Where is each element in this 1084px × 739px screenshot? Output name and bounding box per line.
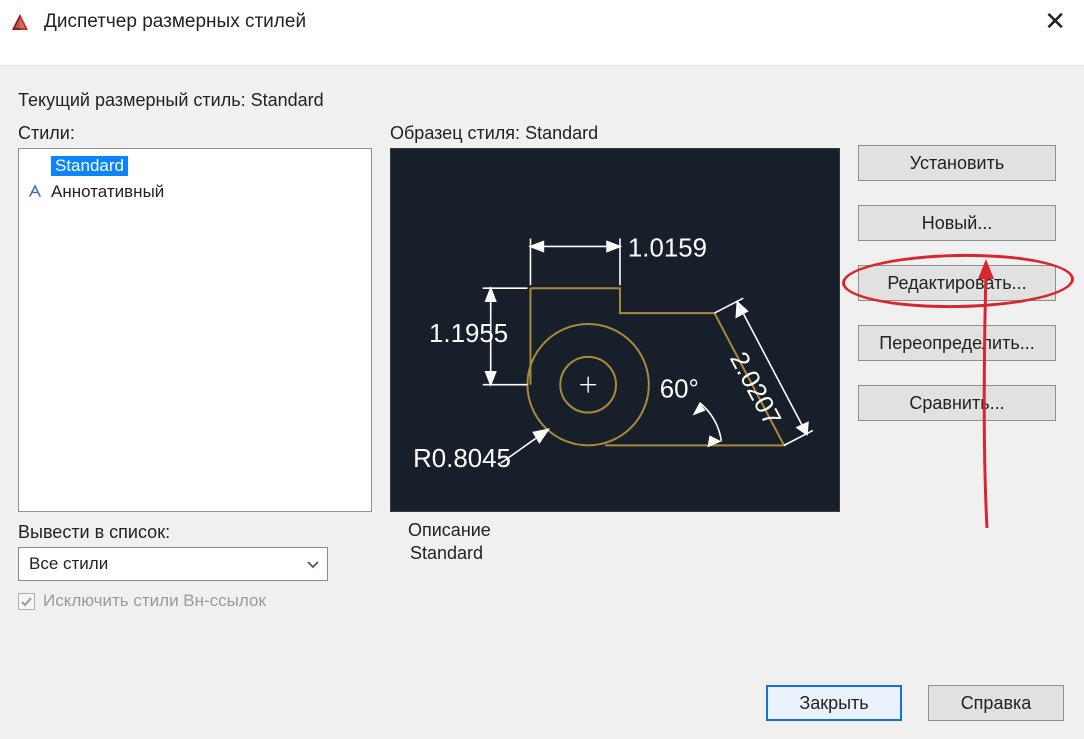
filter-value: Все стили [29,554,108,574]
dim-left: 1.1955 [429,320,508,348]
dim-radius: R0.8045 [413,445,511,473]
list-item-text: Аннотативный [51,182,164,202]
dim-diag: 2.0207 [724,348,786,431]
set-current-button[interactable]: Установить [858,145,1056,181]
styles-listbox[interactable]: Standard Аннотативный [18,148,372,512]
title-bar: Диспетчер размерных стилей ✕ [0,0,1084,44]
styles-label: Стили: [18,123,372,144]
buttons-column: Установить Новый... Редактировать... Пер… [858,145,1056,611]
new-button[interactable]: Новый... [858,205,1056,241]
current-style-name: Standard [251,90,324,110]
exclude-xref-checkbox: Исключить стили Вн-ссылок [18,591,372,611]
checkbox-icon [18,593,35,610]
dialog-body: Текущий размерный стиль: Standard Стили:… [0,65,1084,739]
dialog-buttons: Закрыть Справка [766,685,1064,721]
close-button[interactable]: ✕ [1044,8,1066,34]
filter-select[interactable]: Все стили [18,547,328,581]
dim-top: 1.0159 [628,234,707,262]
preview-label: Образец стиля: Standard [390,123,840,144]
description-label: Описание [408,520,840,541]
list-item-text: Standard [51,156,128,176]
app-icon [10,12,30,32]
override-button[interactable]: Переопределить... [858,325,1056,361]
annotative-icon [27,183,43,199]
styles-column: Стили: Standard Аннотативный Вывести в с… [18,123,372,611]
filter-label: Вывести в список: [18,522,372,543]
window-title: Диспетчер размерных стилей [44,11,306,33]
description-text: Standard [400,543,818,599]
chevron-down-icon [307,556,319,572]
list-item[interactable]: Аннотативный [19,179,371,205]
compare-button[interactable]: Сравнить... [858,385,1056,421]
close-dialog-button[interactable]: Закрыть [766,685,902,721]
dim-angle: 60° [660,376,699,404]
modify-button[interactable]: Редактировать... [858,265,1056,301]
style-preview: 1.0159 1.1955 [390,148,840,512]
help-button[interactable]: Справка [928,685,1064,721]
preview-column: Образец стиля: Standard [390,123,840,611]
current-style-prefix: Текущий размерный стиль: [18,90,251,110]
checkbox-label: Исключить стили Вн-ссылок [43,591,266,611]
list-item[interactable]: Standard [19,153,371,179]
current-style-label: Текущий размерный стиль: Standard [18,90,1066,111]
